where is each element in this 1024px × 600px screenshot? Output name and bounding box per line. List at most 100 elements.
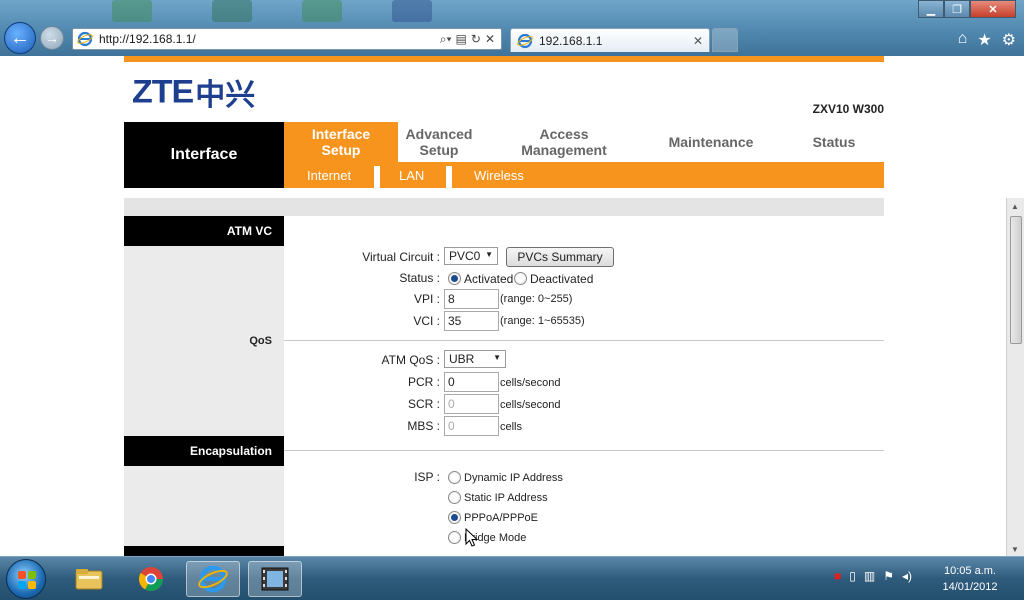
scr-input[interactable]: 0 [444, 394, 499, 414]
ie-icon [198, 565, 228, 593]
forward-button[interactable]: → [40, 26, 64, 50]
battery-icon[interactable]: ▯ [849, 569, 856, 583]
page-scrollbar[interactable]: ▲ ▼ [1006, 198, 1024, 556]
vci-range: (range: 1~65535) [500, 315, 585, 327]
clock-date: 14/01/2012 [942, 581, 998, 593]
status-deactivated-radio[interactable] [514, 272, 527, 285]
scrollbar-thumb[interactable] [1010, 216, 1022, 344]
subtab-wireless[interactable]: Wireless [474, 162, 524, 188]
isp-bridge-mode-radio[interactable] [448, 531, 461, 544]
back-button[interactable]: ← [4, 22, 36, 54]
web-page: ZTE 中兴 ZXV10 W300 Interface Interface Se… [0, 56, 1006, 556]
tab-close-icon[interactable]: ✕ [693, 34, 703, 48]
subtab-separator [446, 166, 452, 188]
refresh-icon[interactable]: ↻ [471, 32, 481, 47]
tab-advanced-setup[interactable]: Advanced Setup [398, 122, 480, 162]
film-icon [261, 567, 289, 591]
taskbar: ■ ▯ ▥ ⚑ ◂) 10:05 a.m. 14/01/2012 [0, 556, 1024, 600]
scr-label: SCR : [407, 397, 440, 411]
tab-status[interactable]: Status [784, 122, 884, 162]
section-encapsulation: Encapsulation [124, 436, 284, 466]
system-clock[interactable]: 10:05 a.m. 14/01/2012 [930, 563, 1010, 595]
chrome-taskbar-button[interactable] [124, 561, 178, 597]
minimize-button[interactable]: ▁ [918, 0, 944, 18]
pcr-input[interactable]: 0 [444, 372, 499, 392]
isp-static-ip-label: Static IP Address [464, 492, 548, 504]
settings-form: ATM VC QoS Encapsulation Virtual Circuit… [124, 216, 884, 556]
clock-time: 10:05 a.m. [944, 565, 996, 577]
isp-pppoe-label: PPPoA/PPPoE [464, 512, 538, 524]
logo-chinese-text: 中兴 [195, 79, 256, 112]
back-arrow-icon: ← [10, 26, 30, 49]
ie-taskbar-button[interactable] [186, 561, 240, 597]
scroll-up-icon[interactable]: ▲ [1011, 202, 1019, 211]
folder-icon [75, 569, 103, 590]
flag-icon[interactable]: ⚑ [883, 569, 894, 583]
mbs-label: MBS : [407, 419, 440, 433]
pcr-label: PCR : [407, 375, 440, 389]
background-decor [212, 0, 252, 22]
explorer-taskbar-button[interactable] [62, 561, 116, 597]
new-tab-button[interactable] [712, 28, 738, 52]
model-name: ZXV10 W300 [812, 102, 884, 116]
tab-interface-setup[interactable]: Interface Setup [284, 122, 398, 162]
forward-arrow-icon: → [45, 30, 59, 46]
vci-input[interactable]: 35 [444, 311, 499, 331]
status-deactivated-label: Deactivated [530, 272, 594, 286]
vpi-label: VPI : [413, 292, 440, 306]
windows-logo-icon [18, 571, 36, 589]
top-accent-bar [124, 56, 884, 62]
background-decor [112, 0, 152, 22]
isp-static-ip-radio[interactable] [448, 491, 461, 504]
atm-qos-label: ATM QoS : [381, 353, 440, 367]
tab-access-management[interactable]: Access Management [494, 122, 634, 162]
browser-tab[interactable]: 192.168.1.1 ✕ [510, 28, 710, 52]
atm-qos-select[interactable]: UBR ▼ [444, 350, 506, 368]
address-bar[interactable]: http://192.168.1.1/ ⌕▾ ▤ ↻ ✕ [72, 28, 502, 50]
browser-chrome: ← → http://192.168.1.1/ ⌕▾ ▤ ↻ ✕ 192.168… [0, 0, 1024, 56]
pvcs-summary-button[interactable]: PVCs Summary [506, 247, 614, 267]
record-icon[interactable]: ■ [834, 569, 841, 583]
tab-maintenance[interactable]: Maintenance [646, 122, 776, 162]
vpi-range: (range: 0~255) [500, 293, 573, 305]
subtab-separator [374, 166, 380, 188]
isp-pppoe-radio[interactable] [448, 511, 461, 524]
vci-label: VCI : [413, 314, 440, 328]
subtab-internet[interactable]: Internet [307, 162, 351, 188]
media-taskbar-button[interactable] [248, 561, 302, 597]
chevron-down-icon: ▼ [485, 250, 493, 259]
address-input[interactable]: http://192.168.1.1/ [99, 32, 440, 46]
ie-icon [517, 33, 533, 48]
tools-icon[interactable]: ⚙ [1002, 30, 1016, 50]
start-button[interactable] [6, 559, 46, 599]
volume-icon[interactable]: ◂) [902, 569, 912, 583]
divider [284, 450, 884, 451]
divider [284, 340, 884, 341]
home-icon[interactable]: ⌂ [958, 30, 968, 50]
compat-icon[interactable]: ▤ [456, 32, 467, 47]
section-next-header [124, 546, 284, 556]
search-icon[interactable]: ⌕▾ [440, 32, 452, 47]
scroll-down-icon[interactable]: ▼ [1011, 545, 1019, 554]
zte-logo: ZTE 中兴 [132, 70, 255, 114]
system-tray: ■ ▯ ▥ ⚑ ◂) [834, 569, 912, 583]
main-navigation: Interface Interface Setup Advanced Setup… [124, 122, 884, 188]
nav-section-title: Interface [124, 122, 284, 188]
status-activated-radio[interactable] [448, 272, 461, 285]
chrome-icon [138, 567, 163, 592]
vpi-input[interactable]: 8 [444, 289, 499, 309]
subtab-lan[interactable]: LAN [399, 162, 424, 188]
section-qos: QoS [249, 335, 272, 347]
isp-dynamic-ip-radio[interactable] [448, 471, 461, 484]
virtual-circuit-select[interactable]: PVC0 ▼ [444, 247, 498, 265]
stop-icon[interactable]: ✕ [485, 32, 495, 47]
left-column-panel [124, 466, 284, 556]
maximize-button[interactable]: ❐ [944, 0, 970, 18]
chevron-down-icon: ▼ [493, 353, 501, 362]
mbs-input[interactable]: 0 [444, 416, 499, 436]
network-icon[interactable]: ▥ [864, 569, 875, 583]
favorites-icon[interactable]: ★ [977, 30, 991, 50]
logo-text: ZTE [132, 73, 194, 110]
status-activated-label: Activated [464, 272, 514, 286]
close-window-button[interactable]: ✕ [970, 0, 1016, 18]
